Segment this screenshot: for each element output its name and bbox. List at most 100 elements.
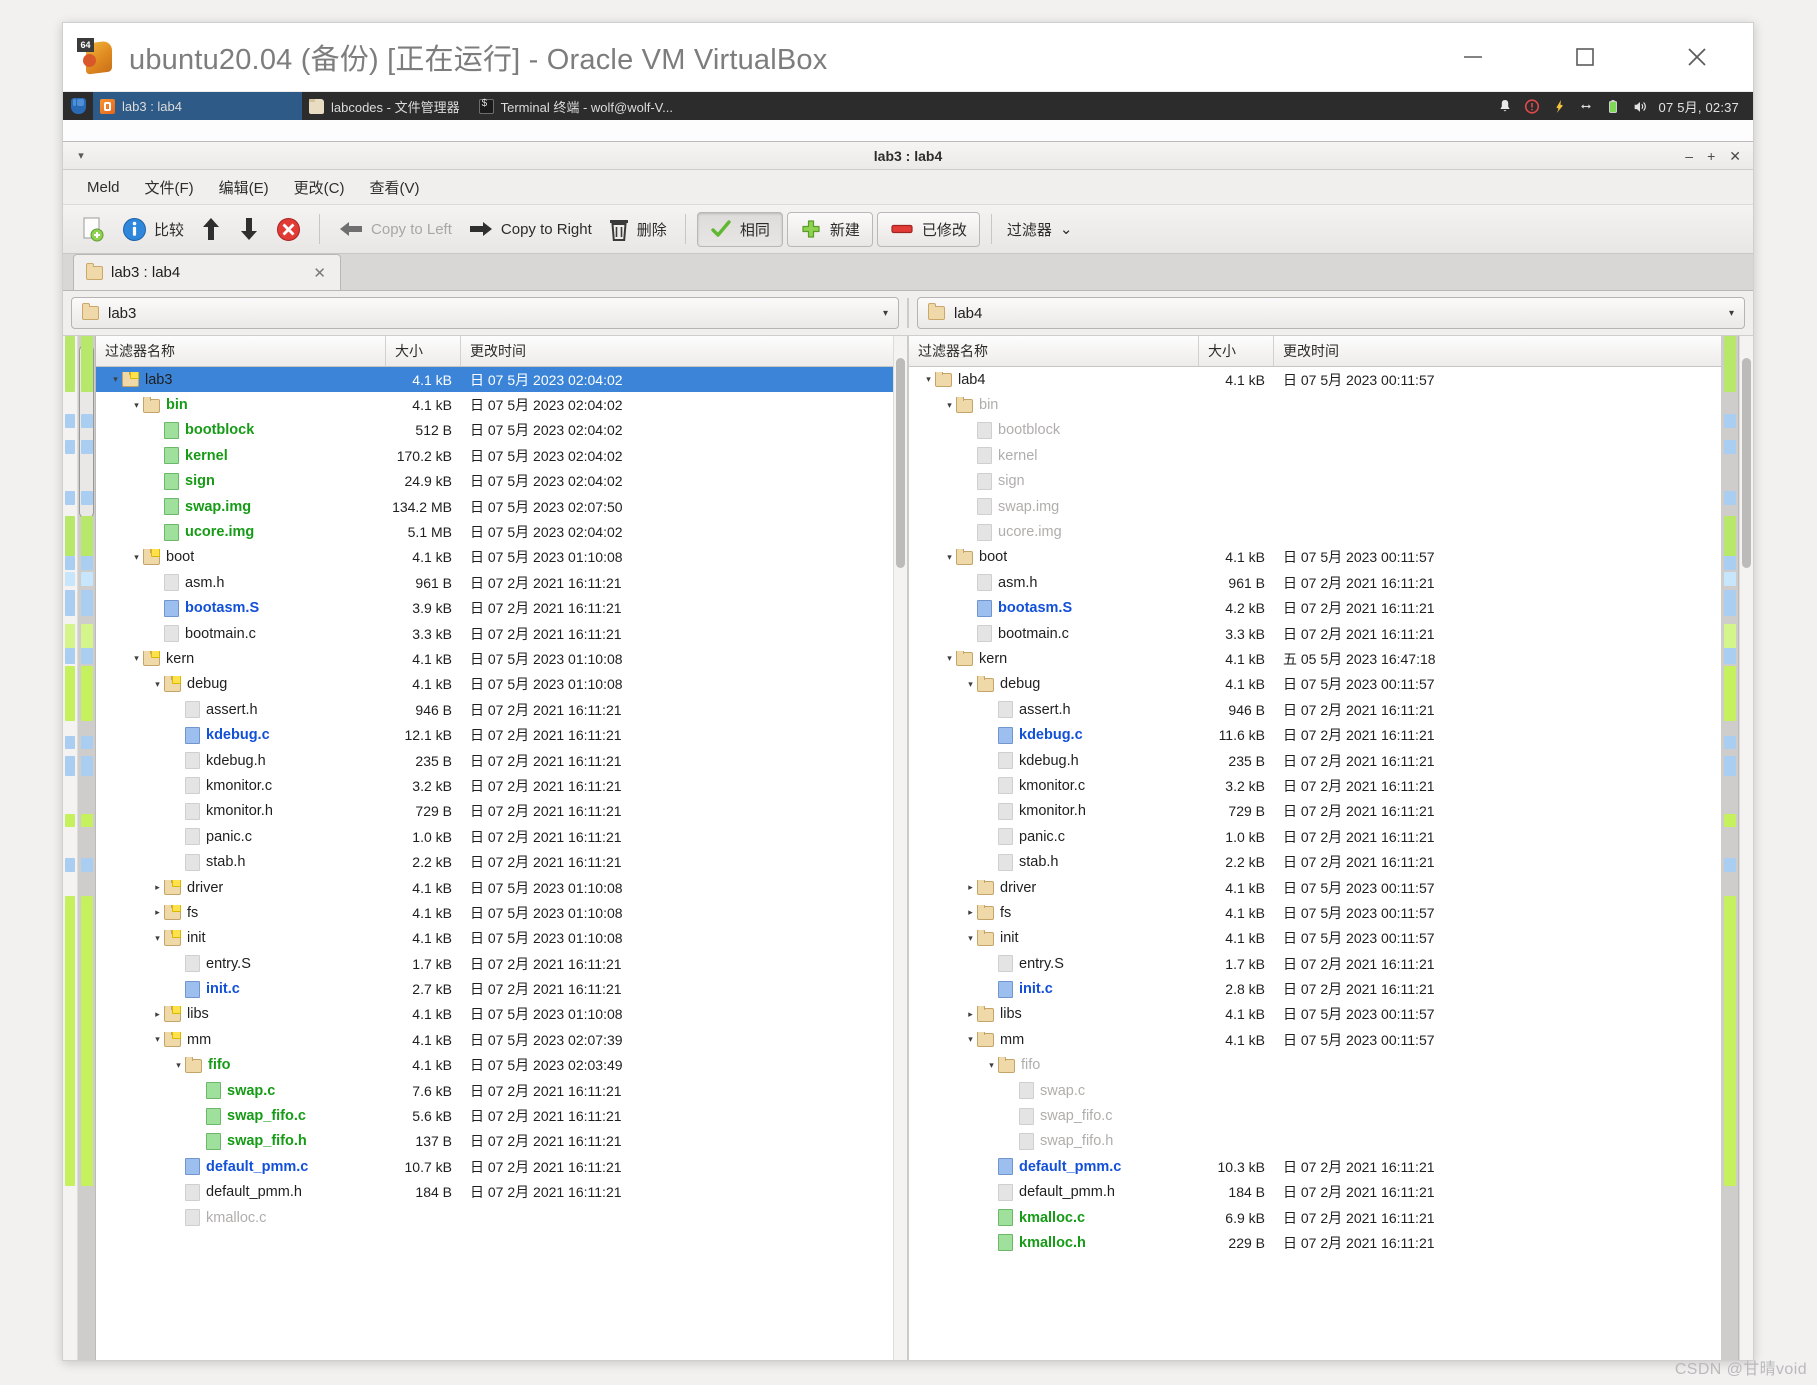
expander-icon[interactable]: ▾ — [943, 401, 956, 410]
copy-to-left-button[interactable]: Copy to Left — [331, 214, 459, 244]
expander-icon[interactable]: ▾ — [130, 654, 143, 663]
tree-row[interactable]: ▾fifo4.1 kB日 07 5月 2023 02:03:49 — [96, 1053, 893, 1078]
tree-row[interactable]: bootmain.c3.3 kB日 07 2月 2021 16:11:21 — [96, 621, 893, 646]
previous-change-button[interactable] — [193, 212, 229, 246]
menu-file[interactable]: 文件(F) — [135, 173, 204, 202]
tree-row[interactable]: entry.S1.7 kB日 07 2月 2021 16:11:21 — [96, 951, 893, 976]
tree-row[interactable]: swap_fifo.c — [909, 1103, 1721, 1128]
tree-row[interactable]: ▸libs4.1 kB日 07 5月 2023 00:11:57 — [909, 1002, 1721, 1027]
menu-view[interactable]: 查看(V) — [360, 173, 430, 202]
tree-row[interactable]: ucore.img — [909, 519, 1721, 544]
tree-row[interactable]: bootasm.S4.2 kB日 07 2月 2021 16:11:21 — [909, 596, 1721, 621]
tree-row[interactable]: kmalloc.h229 B日 07 2月 2021 16:11:21 — [909, 1230, 1721, 1255]
tree-row[interactable]: ▾fifo — [909, 1053, 1721, 1078]
menu-changes[interactable]: 更改(C) — [284, 173, 355, 202]
left-vertical-scrollbar[interactable] — [893, 336, 907, 1360]
column-header-name[interactable]: 过滤器名称 — [909, 336, 1199, 366]
tab-close-icon[interactable]: ✕ — [293, 264, 326, 282]
tree-row[interactable]: ▸fs4.1 kB日 07 5月 2023 01:10:08 — [96, 900, 893, 925]
tree-row[interactable]: default_pmm.c10.7 kB日 07 2月 2021 16:11:2… — [96, 1154, 893, 1179]
tree-row[interactable]: ▾boot4.1 kB日 07 5月 2023 01:10:08 — [96, 545, 893, 570]
expander-icon[interactable]: ▾ — [985, 1061, 998, 1070]
taskbar-task-terminal[interactable]: Terminal 终端 - wolf@wolf-V... — [472, 92, 685, 120]
tree-row[interactable]: bootblock — [909, 418, 1721, 443]
tree-row[interactable]: kdebug.c11.6 kB日 07 2月 2021 16:11:21 — [909, 722, 1721, 747]
meld-maximize-button[interactable]: + — [1707, 149, 1715, 163]
expander-icon[interactable]: ▾ — [964, 680, 977, 689]
expander-icon[interactable]: ▸ — [151, 1010, 164, 1019]
tree-row[interactable]: default_pmm.c10.3 kB日 07 2月 2021 16:11:2… — [909, 1154, 1721, 1179]
maximize-button[interactable] — [1529, 23, 1641, 91]
tree-row[interactable]: ▾lab44.1 kB日 07 5月 2023 00:11:57 — [909, 367, 1721, 392]
tree-row[interactable]: ▸driver4.1 kB日 07 5月 2023 00:11:57 — [909, 875, 1721, 900]
tree-row[interactable]: kernel — [909, 443, 1721, 468]
left-file-tree[interactable]: ▾lab34.1 kB日 07 5月 2023 02:04:02▾bin4.1 … — [96, 367, 893, 1360]
next-change-button[interactable] — [231, 212, 267, 246]
scrollbar-thumb[interactable] — [896, 358, 905, 568]
expander-icon[interactable]: ▾ — [943, 654, 956, 663]
expander-icon[interactable]: ▾ — [130, 553, 143, 562]
tree-row[interactable]: swap.c — [909, 1078, 1721, 1103]
expander-icon[interactable]: ▸ — [964, 908, 977, 917]
tree-row[interactable]: asm.h961 B日 07 2月 2021 16:11:21 — [96, 570, 893, 595]
right-vertical-scrollbar[interactable] — [1739, 336, 1753, 1360]
tree-row[interactable]: assert.h946 B日 07 2月 2021 16:11:21 — [96, 697, 893, 722]
tree-row[interactable]: ▾debug4.1 kB日 07 5月 2023 00:11:57 — [909, 672, 1721, 697]
chevron-down-icon[interactable]: ▾ — [73, 149, 89, 162]
tree-row[interactable]: ucore.img5.1 MB日 07 5月 2023 02:04:02 — [96, 519, 893, 544]
minimize-button[interactable] — [1417, 23, 1529, 91]
show-same-toggle[interactable]: 相同 — [697, 212, 783, 247]
expander-icon[interactable]: ▾ — [151, 934, 164, 943]
network-icon[interactable] — [1578, 98, 1594, 115]
expander-icon[interactable]: ▾ — [151, 1035, 164, 1044]
tree-row[interactable]: bootmain.c3.3 kB日 07 2月 2021 16:11:21 — [909, 621, 1721, 646]
tree-row[interactable]: ▾mm4.1 kB日 07 5月 2023 02:07:39 — [96, 1027, 893, 1052]
tab-lab3-lab4[interactable]: lab3 : lab4 ✕ — [73, 254, 341, 290]
tree-row[interactable]: panic.c1.0 kB日 07 2月 2021 16:11:21 — [909, 824, 1721, 849]
scrollbar-thumb[interactable] — [1742, 358, 1751, 568]
column-header-size[interactable]: 大小 — [386, 336, 461, 366]
error-icon[interactable] — [1524, 98, 1540, 115]
expander-icon[interactable]: ▾ — [943, 553, 956, 562]
tree-row[interactable]: kernel170.2 kB日 07 5月 2023 02:04:02 — [96, 443, 893, 468]
tree-row[interactable]: stab.h2.2 kB日 07 2月 2021 16:11:21 — [909, 849, 1721, 874]
tree-row[interactable]: swap_fifo.h — [909, 1129, 1721, 1154]
column-header-size[interactable]: 大小 — [1199, 336, 1274, 366]
tree-row[interactable]: ▾boot4.1 kB日 07 5月 2023 00:11:57 — [909, 545, 1721, 570]
tree-row[interactable]: bootasm.S3.9 kB日 07 2月 2021 16:11:21 — [96, 596, 893, 621]
delete-button[interactable]: 删除 — [601, 213, 674, 246]
tree-row[interactable]: ▾init4.1 kB日 07 5月 2023 01:10:08 — [96, 926, 893, 951]
tree-row[interactable]: init.c2.8 kB日 07 2月 2021 16:11:21 — [909, 976, 1721, 1001]
menu-edit[interactable]: 编辑(E) — [209, 173, 279, 202]
tree-row[interactable]: swap.c7.6 kB日 07 2月 2021 16:11:21 — [96, 1078, 893, 1103]
tree-row[interactable]: kmonitor.c3.2 kB日 07 2月 2021 16:11:21 — [909, 773, 1721, 798]
tree-row[interactable]: entry.S1.7 kB日 07 2月 2021 16:11:21 — [909, 951, 1721, 976]
taskbar-task-meld[interactable]: lab3 : lab4 — [93, 92, 302, 120]
tree-row[interactable]: kdebug.h235 B日 07 2月 2021 16:11:21 — [909, 748, 1721, 773]
expander-icon[interactable]: ▸ — [151, 883, 164, 892]
tree-row[interactable]: swap.img134.2 MB日 07 5月 2023 02:07:50 — [96, 494, 893, 519]
expander-icon[interactable]: ▸ — [964, 1010, 977, 1019]
show-new-toggle[interactable]: 新建 — [787, 212, 873, 247]
tree-row[interactable]: kmonitor.h729 B日 07 2月 2021 16:11:21 — [96, 799, 893, 824]
tree-row[interactable]: bootblock512 B日 07 5月 2023 02:04:02 — [96, 418, 893, 443]
battery-icon[interactable] — [1605, 98, 1621, 115]
stop-button[interactable] — [269, 213, 308, 246]
filter-menu-button[interactable]: 过滤器 ⌄ — [1003, 219, 1073, 240]
compare-button[interactable]: 比较 — [115, 213, 191, 246]
tree-row[interactable]: sign24.9 kB日 07 5月 2023 02:04:02 — [96, 469, 893, 494]
column-header-time[interactable]: 更改时间 — [1274, 336, 1721, 366]
right-file-tree[interactable]: ▾lab44.1 kB日 07 5月 2023 00:11:57▾binboot… — [909, 367, 1721, 1360]
tree-row[interactable]: ▾bin — [909, 392, 1721, 417]
taskbar-clock[interactable]: 07 5月, 02:37 — [1659, 97, 1739, 116]
column-header-time[interactable]: 更改时间 — [461, 336, 893, 366]
tree-row[interactable]: sign — [909, 469, 1721, 494]
bell-icon[interactable] — [1497, 98, 1513, 115]
tree-row[interactable]: kdebug.h235 B日 07 2月 2021 16:11:21 — [96, 748, 893, 773]
brightness-icon[interactable] — [1551, 98, 1567, 115]
new-comparison-button[interactable] — [73, 211, 113, 247]
tree-row[interactable]: ▾lab34.1 kB日 07 5月 2023 02:04:02 — [96, 367, 893, 392]
tree-row[interactable]: assert.h946 B日 07 2月 2021 16:11:21 — [909, 697, 1721, 722]
tree-row[interactable]: ▾bin4.1 kB日 07 5月 2023 02:04:02 — [96, 392, 893, 417]
tree-row[interactable]: ▾kern4.1 kB五 05 5月 2023 16:47:18 — [909, 646, 1721, 671]
